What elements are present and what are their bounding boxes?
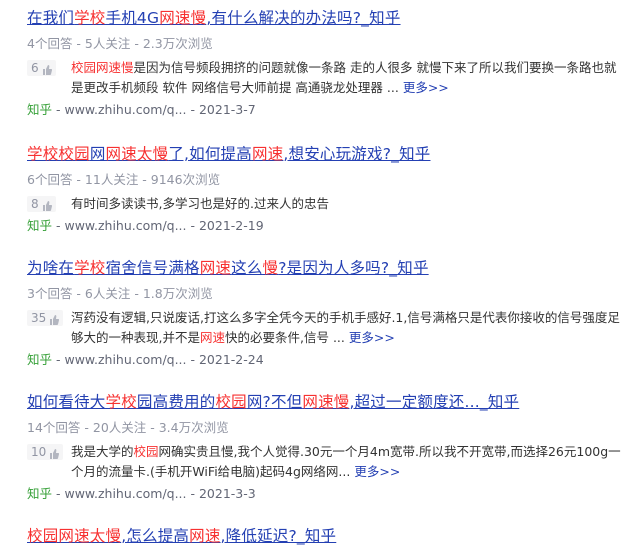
text-segment: ?是因为人多吗?_知乎 [278,259,429,277]
vote-count: 8 [31,197,39,211]
source-url-date: - www.zhihu.com/q... - 2021-3-7 [52,102,256,117]
highlight-text: 网速 [199,259,232,277]
highlight-text: 学校 [74,259,106,277]
highlight-text: 校园 [215,393,247,411]
text-segment: 如何看待大 [27,393,106,411]
text-segment: 宿舍信号满格 [105,259,200,277]
highlight-text: 校园网速慢 [71,60,134,75]
vote-count: 10 [31,445,47,459]
text-segment: 了,如何提高 [168,145,252,163]
result-stats: 6个回答 - 11人关注 - 9146次浏览 [27,172,221,187]
highlight-text: 网速慢 [159,9,207,27]
result-item: 校园网速太慢,怎么提高网速,降低延迟?_知乎 [27,526,627,546]
result-item: 学校校园网网速太慢了,如何提高网速,想安心玩游戏?_知乎 6个回答 - 11人关注… [27,144,627,234]
result-source: 知乎 - www.zhihu.com/q... - 2021-3-7 [27,102,627,118]
text-segment: 在我们 [27,9,75,27]
more-link[interactable]: 更多>> [349,330,395,345]
text-segment: 网 [89,145,106,163]
more-link[interactable]: 更多>> [403,80,449,95]
source-url-date: - www.zhihu.com/q... - 2021-3-3 [52,486,256,501]
result-title-link[interactable]: 如何看待大学校园高费用的校园网?不但网速慢,超过一定额度还..._知乎 [27,392,627,412]
highlight-text: 网速 [251,145,284,163]
more-link[interactable]: 更多>> [354,464,400,479]
vote-badge[interactable]: 8 [27,196,56,212]
text-segment: 手机4G [105,9,160,27]
highlight-text: 网速慢 [302,393,350,411]
answer-snippet: 6 校园网速慢是因为信号频段拥挤的问题就像一条路 走的人很多 就慢下来了所以我们要… [27,58,627,98]
answer-snippet: 35 泻药没有逻辑,只说废话,打这么多字全凭今天的手机手感好.1,信号满格只是代表… [27,308,627,348]
result-source: 知乎 - www.zhihu.com/q... - 2021-2-19 [27,218,627,234]
result-source: 知乎 - www.zhihu.com/q... - 2021-2-24 [27,352,627,368]
result-item: 为啥在学校宿舍信号满格网速这么慢?是因为人多吗?_知乎 3个回答 - 6人关注 -… [27,258,627,368]
highlight-text: 学校校园 [27,145,90,163]
result-title-link[interactable]: 为啥在学校宿舍信号满格网速这么慢?是因为人多吗?_知乎 [27,258,627,278]
text-segment: 快的必要条件,信号 ... [225,330,345,345]
highlight-text: 学校 [105,393,137,411]
highlight-text: 网速太慢 [105,145,169,163]
highlight-text: 网速 [189,527,221,545]
vote-badge[interactable]: 35 [27,310,64,326]
thumbs-up-icon [49,447,60,459]
vote-badge[interactable]: 10 [27,444,64,460]
text-segment: 这么 [231,259,263,277]
thumbs-up-icon [42,63,52,75]
source-url-date: - www.zhihu.com/q... - 2021-2-19 [52,218,264,233]
vote-count: 35 [31,311,47,325]
vote-count: 6 [31,61,39,75]
answer-snippet: 10 我是大学的校园网确实贵且慢,我个人觉得.30元一个月4m宽带.所以我不开宽带… [27,442,627,482]
text-segment: 网?不但 [246,393,303,411]
highlight-text: 网速 [199,330,225,345]
thumbs-up-icon [49,313,60,325]
text-segment: ,超过一定额度还..._知乎 [349,393,520,411]
text-segment: 泻药没有逻辑,只说废话,打这么多字全凭今天的手机手感好.1,信号满格只是代表你接… [71,310,620,345]
text-segment: 园高费用的 [136,393,216,411]
highlight-text: 慢 [262,259,279,277]
source-url-date: - www.zhihu.com/q... - 2021-2-24 [52,352,264,367]
result-source: 知乎 - www.zhihu.com/q... - 2021-3-3 [27,486,627,502]
result-item: 在我们学校手机4G网速慢,有什么解决的办法吗?_知乎 4个回答 - 5人关注 - … [27,8,627,118]
source-site: 知乎 [27,218,53,233]
text-segment: ,有什么解决的办法吗?_知乎 [206,9,401,27]
text-segment: ,降低延迟?_知乎 [220,527,337,545]
source-site: 知乎 [27,352,53,367]
result-title-link[interactable]: 学校校园网网速太慢了,如何提高网速,想安心玩游戏?_知乎 [27,144,627,164]
result-stats: 14个回答 - 20人关注 - 3.4万次浏览 [27,420,229,435]
vote-badge[interactable]: 6 [27,60,56,76]
source-site: 知乎 [27,486,53,501]
text-segment: ,想安心玩游戏?_知乎 [283,145,431,163]
result-stats: 3个回答 - 6人关注 - 1.8万次浏览 [27,286,213,301]
source-site: 知乎 [27,102,53,117]
highlight-text: 学校 [74,9,106,27]
result-title-link[interactable]: 在我们学校手机4G网速慢,有什么解决的办法吗?_知乎 [27,8,627,28]
text-segment: 有时间多读读书,多学习也是好的.过来人的忠告 [71,196,329,211]
text-segment: ,怎么提高 [121,527,190,545]
text-segment: 我是大学的 [71,444,134,459]
result-title-link[interactable]: 校园网速太慢,怎么提高网速,降低延迟?_知乎 [27,526,627,546]
result-stats: 4个回答 - 5人关注 - 2.3万次浏览 [27,36,213,51]
text-segment: 是因为信号频段拥挤的问题就像一条路 走的人很多 就慢下来了所以我们要换一条路也就… [71,60,617,95]
result-item: 如何看待大学校园高费用的校园网?不但网速慢,超过一定额度还..._知乎 14个回答… [27,392,627,502]
answer-snippet: 8 有时间多读读书,多学习也是好的.过来人的忠告 [27,194,627,214]
thumbs-up-icon [42,199,52,211]
highlight-text: 校园 [133,444,159,459]
highlight-text: 校园网速太慢 [27,527,122,545]
text-segment: 为啥在 [27,259,75,277]
